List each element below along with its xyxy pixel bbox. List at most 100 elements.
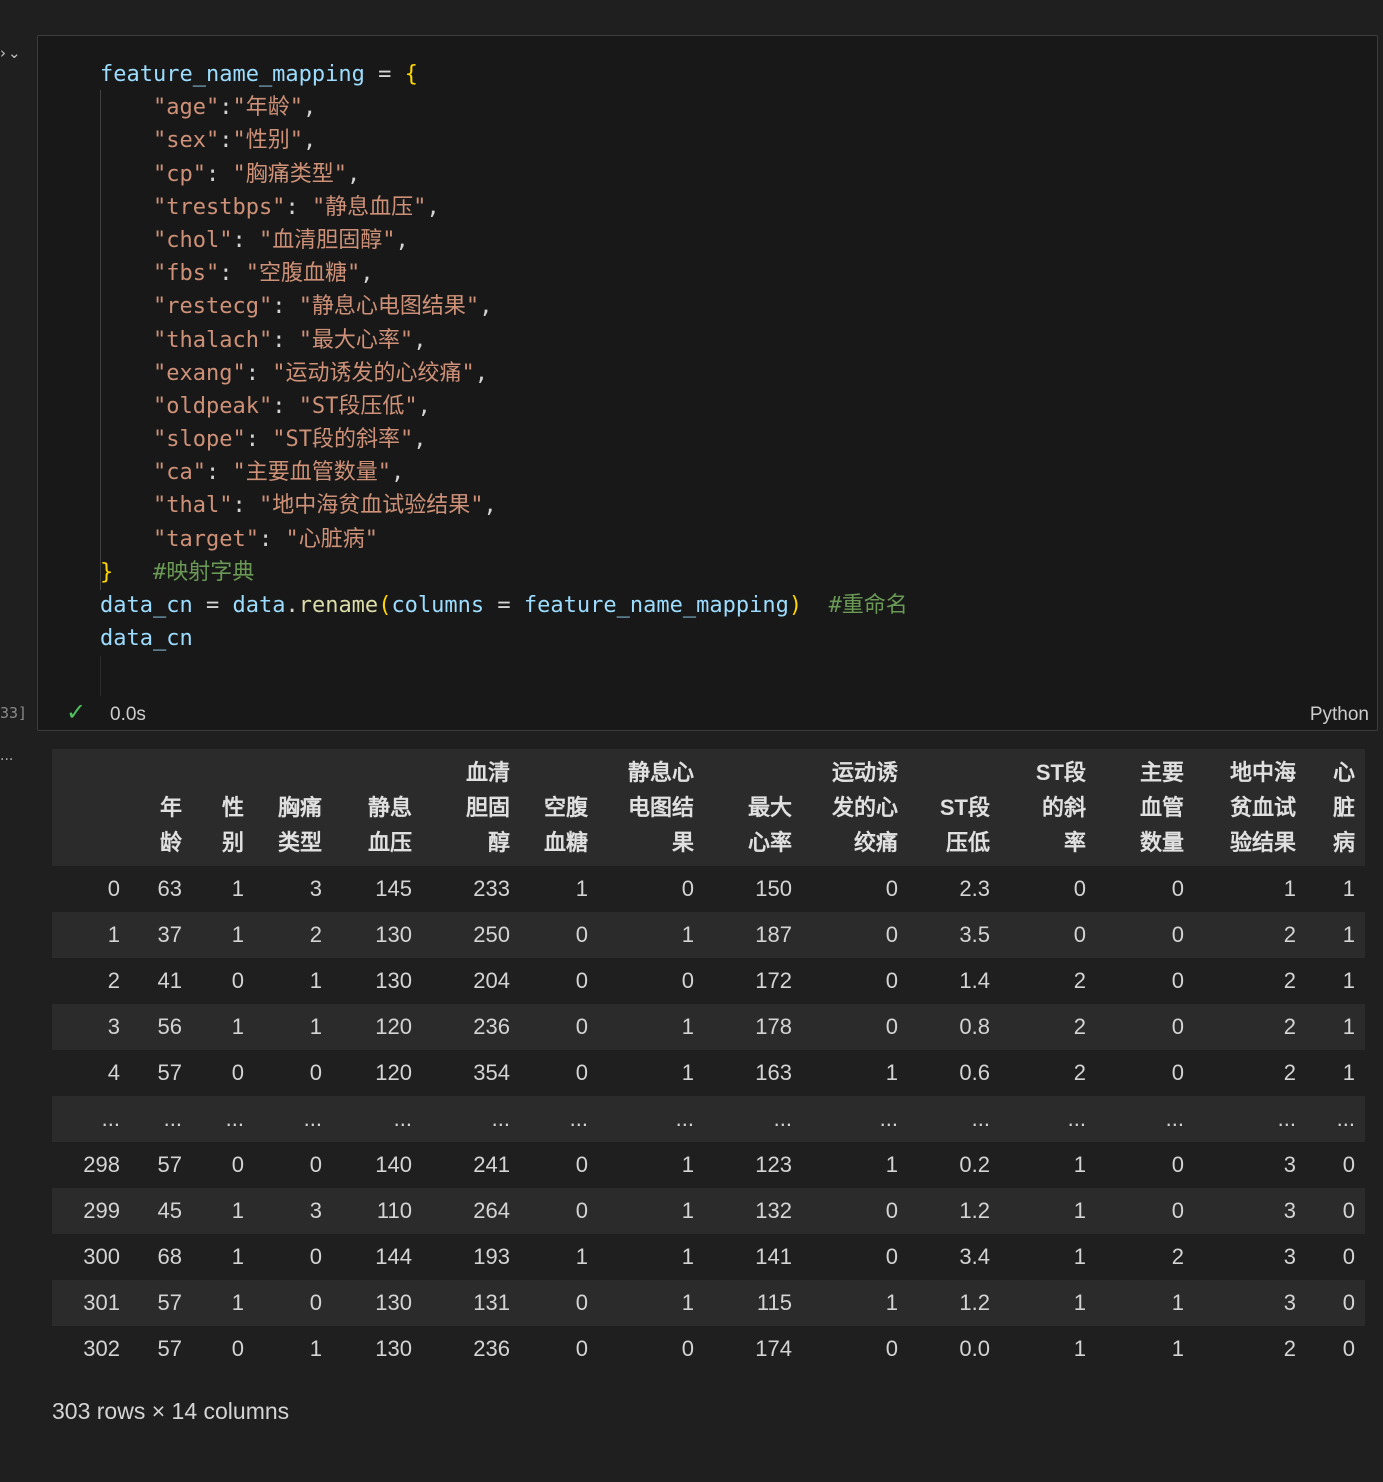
table-cell: 2 (1000, 1004, 1096, 1050)
table-body: 0 63 1 3 145 233 1 0 150 0 2.3 0 0 1 1 1 37 1 2 130 250 0 1 187… (52, 866, 1365, 1372)
output-menu-icon[interactable]: ··· (0, 752, 13, 768)
table-cell: 132 (704, 1188, 802, 1234)
code-line: data_cn (100, 622, 908, 655)
code-line: } #映射字典 (100, 556, 908, 589)
column-header: 地中海 贫血试 验结果 (1194, 749, 1306, 866)
table-cell: 1 (1306, 1050, 1365, 1096)
table-cell: 0 (802, 1234, 908, 1280)
table-cell: 0 (802, 1188, 908, 1234)
column-header: 年龄 (130, 749, 192, 866)
table-cell: 0 (520, 1326, 598, 1372)
table-cell: 0 (802, 912, 908, 958)
table-cell: 0 (598, 1326, 704, 1372)
table-cell: 178 (704, 1004, 802, 1050)
code-line: "trestbps": "静息血压", (100, 191, 908, 224)
code-token: , (302, 128, 317, 154)
row-index-cell: 302 (52, 1326, 130, 1372)
execution-time: 0.0s (110, 704, 146, 725)
column-header-text: 血管 (1139, 795, 1184, 820)
table-cell: 0 (1000, 912, 1096, 958)
column-header-text: 心 (1332, 760, 1355, 785)
table-cell: 1 (192, 1234, 254, 1280)
column-header: 胸痛 类型 (254, 749, 332, 866)
column-header-text: ST段 (1035, 760, 1086, 785)
cell-output: 年龄性别胸痛 类型 静息 血压 血清 胆固醇空腹 血糖 静息心 电图结果最大 心率 运动诱 发的心 绞痛… (52, 749, 1365, 1372)
dataframe-table: 年龄性别胸痛 类型 静息 血压 血清 胆固醇空腹 血糖 静息心 电图结果最大 心率 运动诱 发的心 绞痛… (52, 749, 1365, 1372)
table-cell: 56 (130, 1004, 192, 1050)
code-token: "运动诱发的心绞痛" (272, 360, 475, 386)
code-line: "sex":"性别", (100, 124, 908, 157)
column-header-text: 醇 (487, 830, 510, 855)
table-cell: 1.2 (908, 1280, 1000, 1326)
table-cell: ... (520, 1096, 598, 1142)
row-index-cell: 1 (52, 912, 130, 958)
code-line: "thal": "地中海贫血试验结果", (100, 489, 908, 522)
code-token: feature_name_mapping (523, 593, 789, 618)
table-cell: 1 (192, 1004, 254, 1050)
table-cell: 2 (1096, 1234, 1194, 1280)
table-cell: ... (1000, 1096, 1096, 1142)
code-token: "thal" (100, 493, 233, 519)
table-cell: 1 (192, 1188, 254, 1234)
code-token: = (364, 62, 405, 87)
column-header: 空腹 血糖 (520, 749, 598, 866)
dataframe-shape: 303 rows × 14 columns (52, 1398, 290, 1424)
cell-collapse-chevron-icon[interactable]: ›⌄ (0, 44, 23, 62)
table-cell: 2 (1000, 1050, 1096, 1096)
code-cell[interactable]: feature_name_mapping = { "age":"年龄", "se… (37, 35, 1378, 731)
code-line: "cp": "胸痛类型", (100, 158, 908, 191)
column-header: 最大 心率 (704, 749, 802, 866)
table-cell: 1 (598, 1234, 704, 1280)
table-cell: 2 (1194, 1326, 1306, 1372)
column-header-text: 血清 (465, 760, 510, 785)
cell-language-label[interactable]: Python (1310, 704, 1369, 726)
table-cell: ... (704, 1096, 802, 1142)
column-header: 心脏病 (1306, 749, 1365, 866)
code-token: , (479, 294, 493, 320)
table-cell: 57 (130, 1050, 192, 1096)
code-token: . (285, 593, 299, 618)
table-cell: 172 (704, 958, 802, 1004)
table-cell: 1 (520, 1234, 598, 1280)
column-header-text: 胸痛 (277, 795, 322, 820)
table-cell: 1 (1000, 1188, 1096, 1234)
code-token: : (245, 427, 273, 453)
column-header-text: 空腹 (543, 795, 588, 820)
code-token: : (219, 95, 233, 121)
code-token: , (413, 427, 427, 453)
column-header-text: 最大 (747, 795, 792, 820)
table-cell: 123 (704, 1142, 802, 1188)
column-header-text: 龄 (159, 830, 182, 855)
table-cell: 0 (1096, 958, 1194, 1004)
table-cell: 0 (1306, 1234, 1365, 1280)
column-header-text: 性 (221, 795, 244, 820)
table-cell: 0 (192, 958, 254, 1004)
table-cell: 1 (1306, 958, 1365, 1004)
code-token: : (205, 161, 233, 187)
code-token: "cp" (100, 161, 206, 187)
table-cell: 1 (192, 1280, 254, 1326)
table-cell: ... (130, 1096, 192, 1142)
column-header: ST段 压低 (908, 749, 1000, 866)
table-cell: 1 (1096, 1326, 1194, 1372)
row-index-cell: 299 (52, 1188, 130, 1234)
table-cell: 1 (802, 1050, 908, 1096)
code-token: #映射字典 (153, 559, 255, 585)
table-cell: ... (332, 1096, 422, 1142)
code-editor[interactable]: feature_name_mapping = { "age":"年龄", "se… (100, 58, 908, 655)
table-cell: 110 (332, 1188, 422, 1234)
code-token: data (232, 593, 286, 618)
column-header (52, 749, 130, 866)
code-token: #重命名 (828, 593, 908, 618)
table-cell: 0 (1096, 1188, 1194, 1234)
table-cell: 0 (802, 1326, 908, 1372)
code-line: "exang": "运动诱发的心绞痛", (100, 357, 908, 390)
column-header-text: 地中海 (1229, 760, 1296, 785)
table-row: 298 57 0 0 140 241 0 1 123 1 0.2 1 0 3 0 (52, 1142, 1365, 1188)
code-token: "thalach" (100, 327, 273, 353)
column-header: 静息心 电图结果 (598, 749, 704, 866)
table-cell: 0 (598, 958, 704, 1004)
table-cell: 3 (1194, 1234, 1306, 1280)
table-cell: 45 (130, 1188, 192, 1234)
table-cell: 0 (520, 1280, 598, 1326)
